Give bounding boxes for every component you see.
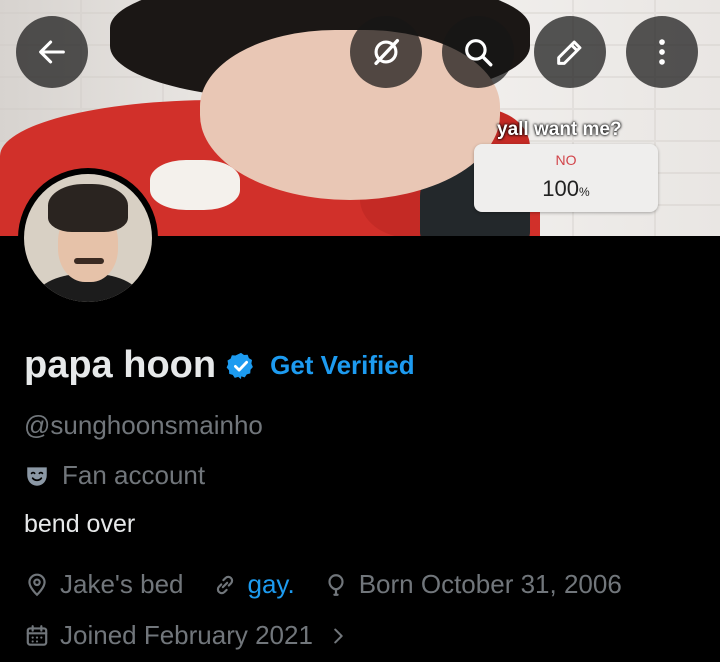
birthday-text: Born October 31, 2006 (358, 569, 622, 599)
birthday-item: Born October 31, 2006 (323, 569, 622, 600)
search-button[interactable] (442, 16, 514, 88)
get-verified-link[interactable]: Get Verified (270, 350, 415, 381)
location-text: Jake's bed (60, 569, 184, 599)
theater-masks-icon (27, 466, 47, 486)
grok-icon (374, 38, 400, 66)
user-handle: @sunghoonsmainho (24, 410, 263, 440)
poll-percent: 100 (542, 176, 580, 201)
avatar-hair (48, 184, 128, 232)
edit-button[interactable] (534, 16, 606, 88)
search-icon (465, 39, 493, 67)
category-label: Fan account (62, 460, 206, 490)
joined-row[interactable]: Joined February 2021 (24, 620, 349, 651)
balloon-icon (328, 573, 344, 596)
website-link[interactable]: gay. (248, 569, 295, 600)
verified-badge-icon[interactable] (226, 351, 256, 381)
poll-percent-sign: % (579, 185, 590, 199)
poll-question: yall want me? (497, 119, 622, 140)
more-vertical-icon (659, 39, 665, 65)
grok-button[interactable] (350, 16, 422, 88)
avatar-photo (24, 174, 152, 302)
poll-option: NO (555, 152, 577, 168)
profile-name-row: papa hoon Get Verified (24, 344, 415, 387)
professional-category: Fan account (24, 460, 205, 491)
arrow-left-icon (39, 40, 65, 64)
more-button[interactable] (626, 16, 698, 88)
avatar[interactable] (18, 168, 158, 308)
poll-box: NO 100% (474, 144, 658, 212)
display-name: papa hoon (24, 344, 217, 386)
joined-text: Joined February 2021 (60, 620, 313, 650)
poll-result: 100% (474, 176, 658, 202)
chevron-right-icon[interactable] (327, 625, 349, 647)
profile-meta-row: Jake's bed gay. Born October 31, 2006 (24, 569, 650, 600)
back-button[interactable] (16, 16, 88, 88)
website-item[interactable]: gay. (212, 569, 295, 600)
calendar-icon (26, 624, 48, 646)
location-pin-icon (28, 573, 46, 596)
banner-collar (150, 160, 240, 210)
bio: bend over (24, 510, 136, 538)
avatar-mustache (74, 258, 104, 264)
link-icon (216, 575, 233, 594)
location-item: Jake's bed (24, 569, 184, 600)
pencil-icon (557, 40, 582, 65)
